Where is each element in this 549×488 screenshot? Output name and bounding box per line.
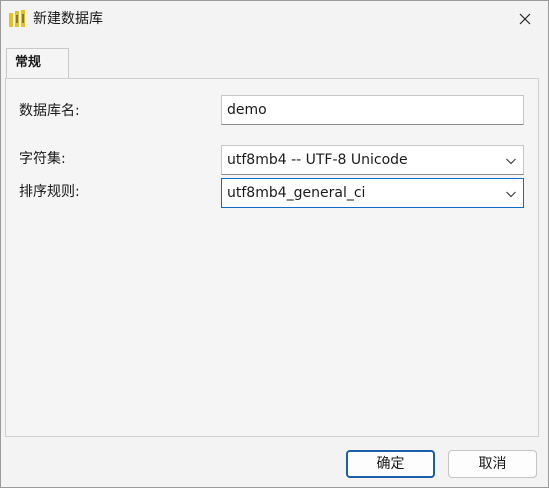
cancel-button[interactable]: 取消 [448,450,537,478]
close-icon [519,13,531,25]
close-button[interactable] [502,1,548,37]
db-name-label: 数据库名: [19,103,80,119]
db-name-input[interactable] [227,96,507,124]
window-title: 新建数据库 [33,11,103,27]
collation-value: utf8mb4_general_ci [227,185,366,201]
collation-select[interactable]: utf8mb4_general_ci [221,178,524,208]
charset-select[interactable]: utf8mb4 -- UTF-8 Unicode [221,145,524,175]
charset-label: 字符集: [19,151,66,167]
dialog-window: 新建数据库 常规 数据库名: 字符集: utf8mb4 -- UTF-8 Uni… [0,0,549,488]
tab-general[interactable]: 常规 [6,48,69,78]
collation-label: 排序规则: [19,184,80,200]
charset-value: utf8mb4 -- UTF-8 Unicode [227,152,408,168]
ok-button[interactable]: 确定 [346,450,435,478]
chevron-down-icon [506,158,516,165]
chevron-down-icon [506,191,516,198]
tab-panel [5,78,539,437]
title-bar: 新建数据库 [1,1,548,37]
db-name-field[interactable] [221,95,524,125]
database-app-icon [9,10,25,27]
